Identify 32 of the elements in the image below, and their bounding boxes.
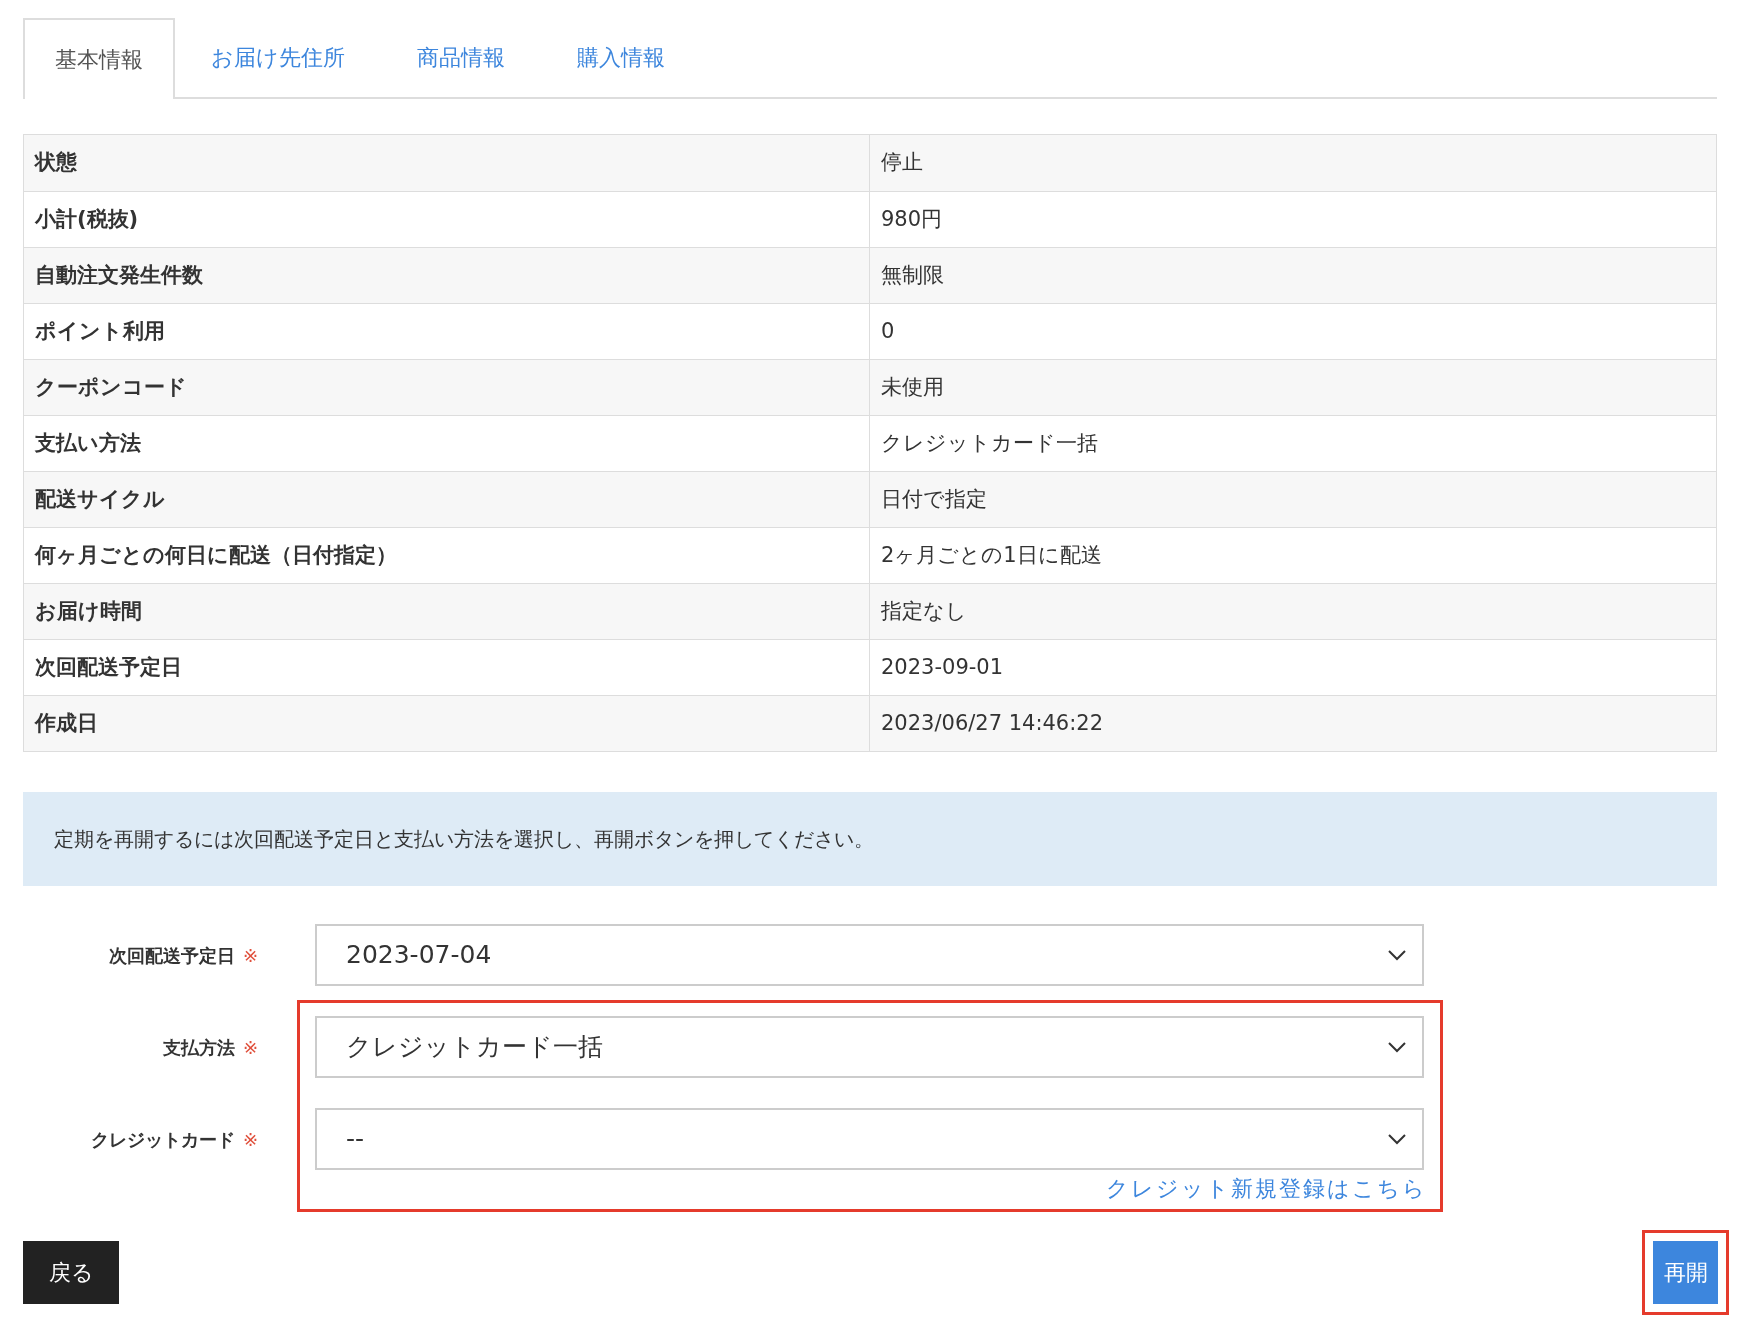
field-label: クレジットカード: [90, 1127, 235, 1152]
register-link[interactable]: クレジット新規登録はこちら: [1106, 1172, 1427, 1205]
row-value: 980円: [880, 205, 944, 233]
field-label: 支払方法: [162, 1035, 235, 1060]
select-field[interactable]: 2023-07-04: [315, 924, 1424, 986]
back-button[interactable]: 戻る: [23, 1241, 119, 1304]
row-value: 無制限: [880, 261, 945, 289]
tab[interactable]: 商品情報: [381, 18, 541, 97]
tab[interactable]: 購入情報: [541, 18, 701, 97]
select-field[interactable]: --: [315, 1108, 1424, 1170]
row-label: 作成日: [24, 696, 870, 751]
row-value: 停止: [880, 149, 924, 177]
field-label: 次回配送予定日: [108, 943, 235, 968]
chevron-down-icon: [1388, 949, 1406, 961]
row-value: 日付で指定: [880, 485, 988, 513]
row-value: 指定なし: [880, 597, 968, 625]
select-field[interactable]: クレジットカード一括: [315, 1016, 1424, 1078]
row-value: クレジットカード一括: [880, 429, 1099, 457]
required-mark: ※: [242, 1127, 258, 1152]
tab[interactable]: お届け先住所: [175, 18, 381, 97]
chevron-down-icon: [1388, 1041, 1406, 1053]
notice-banner: 定期を再開するには次回配送予定日と支払い方法を選択し、再開ボタンを押してください。: [23, 792, 1717, 886]
row-value: 2023-09-01: [880, 653, 1005, 681]
required-mark: ※: [242, 1035, 258, 1060]
chevron-down-icon: [1388, 1133, 1406, 1145]
tab[interactable]: 基本情報: [23, 18, 175, 99]
row-value: 未使用: [880, 373, 945, 401]
row-value: 0: [880, 317, 896, 345]
resume-button[interactable]: 再開: [1653, 1241, 1718, 1304]
row-value: 2023/06/27 14:46:22: [880, 709, 1105, 737]
row-value: 2ヶ月ごとの1日に配送: [880, 541, 1103, 569]
required-mark: ※: [242, 943, 258, 968]
